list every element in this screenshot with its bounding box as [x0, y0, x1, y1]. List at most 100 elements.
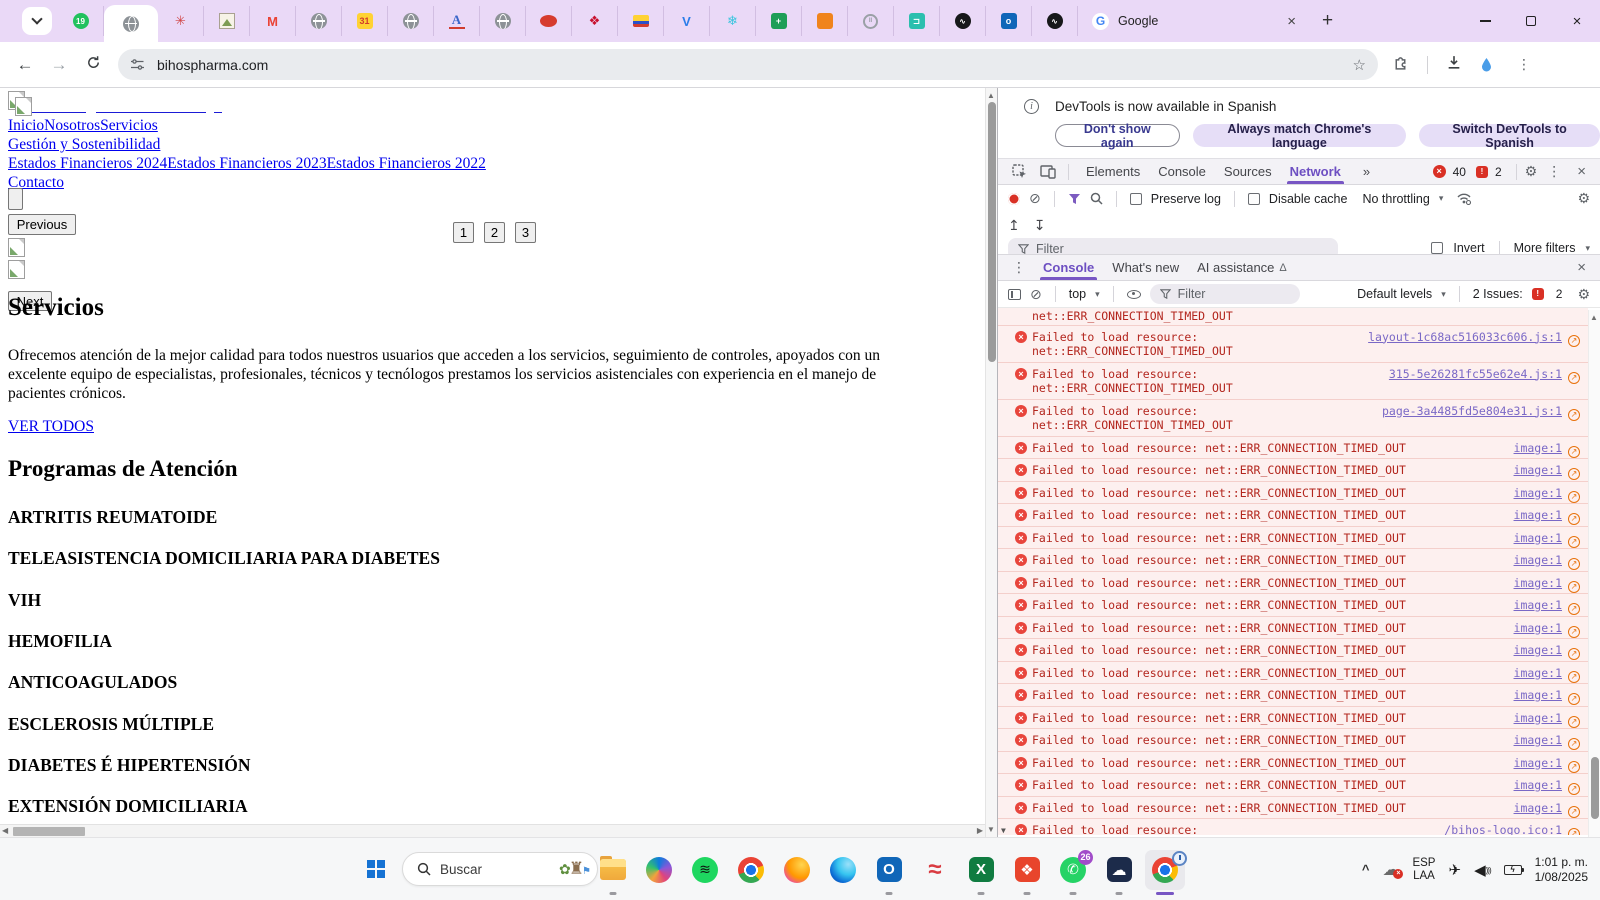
address-bar[interactable]: bihospharma.com ☆	[118, 49, 1378, 80]
console-error-row[interactable]: × Failed to load resource: net::ERR_CONNE…	[998, 706, 1588, 729]
export-har-icon[interactable]: ↧	[1034, 217, 1046, 234]
console-source-link[interactable]: image:1	[1514, 778, 1562, 792]
taskbar-excel[interactable]: X	[968, 857, 994, 895]
tab-google[interactable]: G Google ×	[1078, 0, 1310, 42]
taskbar-expressvpn[interactable]: ≈	[922, 856, 948, 883]
drawer-tab-what-s-new[interactable]: What's new	[1103, 255, 1188, 280]
page-nav-link[interactable]: InicioNosotrosServicios	[8, 117, 158, 135]
tab-network[interactable]: Network	[1281, 159, 1350, 184]
network-search-icon[interactable]	[1090, 192, 1103, 205]
silver-ring-tab[interactable]: II	[848, 6, 894, 36]
console-source-link[interactable]: image:1	[1514, 508, 1562, 522]
ai-insight-icon[interactable]: ↗	[1568, 603, 1580, 615]
dark-s-tab-2[interactable]: ∿	[1032, 6, 1078, 36]
tab-sources[interactable]: Sources	[1215, 159, 1281, 184]
more-tabs-button[interactable]: »	[1354, 159, 1379, 184]
page-number-button[interactable]: 1	[453, 222, 474, 243]
page-nav-link[interactable]: Gestión y Sostenibilidad	[8, 136, 160, 154]
taskbar-edge[interactable]	[830, 856, 856, 883]
issues-icon[interactable]: !	[1475, 165, 1488, 178]
clear-console-icon[interactable]: ⊘	[1030, 286, 1042, 303]
ai-insight-icon[interactable]: ↗	[1568, 670, 1580, 683]
issue-count[interactable]: 2	[1495, 165, 1502, 179]
console-source-link[interactable]: image:1	[1514, 756, 1562, 770]
console-source-link[interactable]: image:1	[1514, 463, 1562, 477]
ai-insight-icon[interactable]: ↗	[1568, 580, 1580, 593]
console-source-link[interactable]: image:1	[1514, 441, 1562, 455]
taskbar-chrome[interactable]	[738, 856, 764, 883]
console-error-row[interactable]: × Failed to load resource: net::ERR_CONNE…	[998, 481, 1588, 504]
red-oval-tab[interactable]	[526, 6, 572, 36]
colombia-flag-tab[interactable]	[618, 6, 664, 36]
gmail-tab[interactable]: M	[250, 6, 296, 36]
console-error-row[interactable]: × Failed to load resource: net::ERR_CONNE…	[998, 729, 1588, 752]
scroll-down-icon[interactable]: ▼	[987, 825, 995, 834]
drawer-tab-ai-assistance[interactable]: AI assistance Δ	[1188, 255, 1296, 280]
taskbar-firefox[interactable]	[784, 856, 810, 883]
console-source-link[interactable]: image:1	[1514, 666, 1562, 680]
maple-leaf-tab[interactable]: ❖	[572, 6, 618, 36]
console-error-row[interactable]: × Failed to load resource: net::ERR_CONNE…	[998, 526, 1588, 549]
devtools-close-button[interactable]: ×	[1571, 163, 1592, 180]
empty-link-underline[interactable]	[214, 99, 222, 113]
notification-button[interactable]: Always match Chrome's language	[1192, 122, 1407, 150]
tab-close-icon[interactable]: ×	[1283, 13, 1300, 30]
photo-tab[interactable]	[204, 6, 250, 36]
outlook-tab[interactable]: o	[986, 6, 1032, 36]
ai-insight-icon[interactable]: ↗	[1568, 334, 1580, 347]
extension-drop-icon[interactable]	[1480, 57, 1493, 73]
back-button[interactable]: ←	[8, 55, 42, 75]
error-count[interactable]: 40	[1453, 165, 1466, 179]
scrollbar-thumb[interactable]	[988, 102, 996, 362]
console-error-row[interactable]: × Failed to load resource: net::ERR_CONNEC…	[998, 362, 1588, 400]
forward-button[interactable]: →	[42, 55, 76, 75]
taskbar-search[interactable]: Buscar ✿♜⚑	[402, 852, 598, 886]
console-error-row[interactable]: × Failed to load resource: net::ERR_CONNE…	[998, 571, 1588, 594]
extensions-button[interactable]	[1392, 54, 1409, 76]
battery-icon[interactable]: ϟ	[1503, 864, 1524, 875]
filter-toggle-icon[interactable]	[1068, 193, 1081, 205]
disable-cache-checkbox[interactable]	[1247, 192, 1260, 205]
calendar-tab[interactable]: 31	[342, 6, 388, 36]
page-number-button[interactable]: 2	[484, 222, 505, 243]
console-source-link[interactable]: /bihos-logo.ico:1	[1444, 823, 1562, 835]
console-settings-gear-icon[interactable]: ⚙	[1577, 286, 1590, 303]
inspect-element-button[interactable]	[1008, 164, 1032, 179]
drawer-close-button[interactable]: ×	[1571, 259, 1592, 276]
console-error-row[interactable]: × Failed to load resource: net::ERR_CONNEC…	[998, 325, 1588, 363]
tab-search-button[interactable]	[22, 7, 52, 35]
taskbar-chrome-profile[interactable]	[1145, 849, 1187, 895]
sparkle-tab[interactable]: ✳	[158, 6, 204, 36]
console-error-row[interactable]: × Failed to load resource: net::ERR_CONNE…	[998, 436, 1588, 459]
console-source-link[interactable]: image:1	[1514, 621, 1562, 635]
volume-icon[interactable]: ◀)))	[1474, 861, 1492, 879]
v-logo-tab[interactable]: V	[664, 6, 710, 36]
live-expression-eye-icon[interactable]	[1126, 289, 1141, 299]
issues-link[interactable]: 2 Issues:	[1473, 287, 1523, 301]
maximize-button[interactable]	[1508, 0, 1554, 42]
minimize-button[interactable]	[1462, 0, 1508, 42]
scroll-up-icon[interactable]: ▲	[987, 91, 995, 100]
ai-insight-icon[interactable]: ↗	[1568, 828, 1580, 835]
console-source-link[interactable]: image:1	[1514, 486, 1562, 500]
import-har-icon[interactable]: ↥	[1008, 217, 1020, 234]
throttling-select[interactable]: No throttling	[1362, 192, 1429, 206]
tab-console[interactable]: Console	[1149, 159, 1215, 184]
teal-d-tab[interactable]: ⊐	[894, 6, 940, 36]
console-error-row[interactable]: × Failed to load resource: net::ERR_CONNE…	[998, 684, 1588, 707]
globe-tab-3[interactable]	[480, 6, 526, 36]
reload-button[interactable]	[76, 55, 110, 75]
console-error-row[interactable]: × Failed to load resource: net::ERR_CONNE…	[998, 774, 1588, 797]
new-tab-button[interactable]: +	[1310, 10, 1345, 32]
green-cross-tab[interactable]: +	[756, 6, 802, 36]
console-source-link[interactable]: image:1	[1514, 711, 1562, 725]
globe-tab-1[interactable]	[296, 6, 342, 36]
drawer-tab-console[interactable]: Console	[1034, 255, 1103, 280]
levels-select[interactable]: Default levels	[1357, 287, 1432, 301]
clear-network-icon[interactable]: ⊘	[1029, 190, 1041, 207]
notification-button[interactable]: Switch DevTools to Spanish	[1419, 122, 1600, 150]
language-indicator[interactable]: ESP LAA	[1412, 857, 1435, 883]
console-error-row[interactable]: × Failed to load resource: net::ERR_CONNE…	[998, 616, 1588, 639]
cyan-ornament-tab[interactable]: ❄	[710, 6, 756, 36]
console-error-row[interactable]: × Failed to load resource: net::ERR_CONNEC…	[998, 399, 1588, 437]
